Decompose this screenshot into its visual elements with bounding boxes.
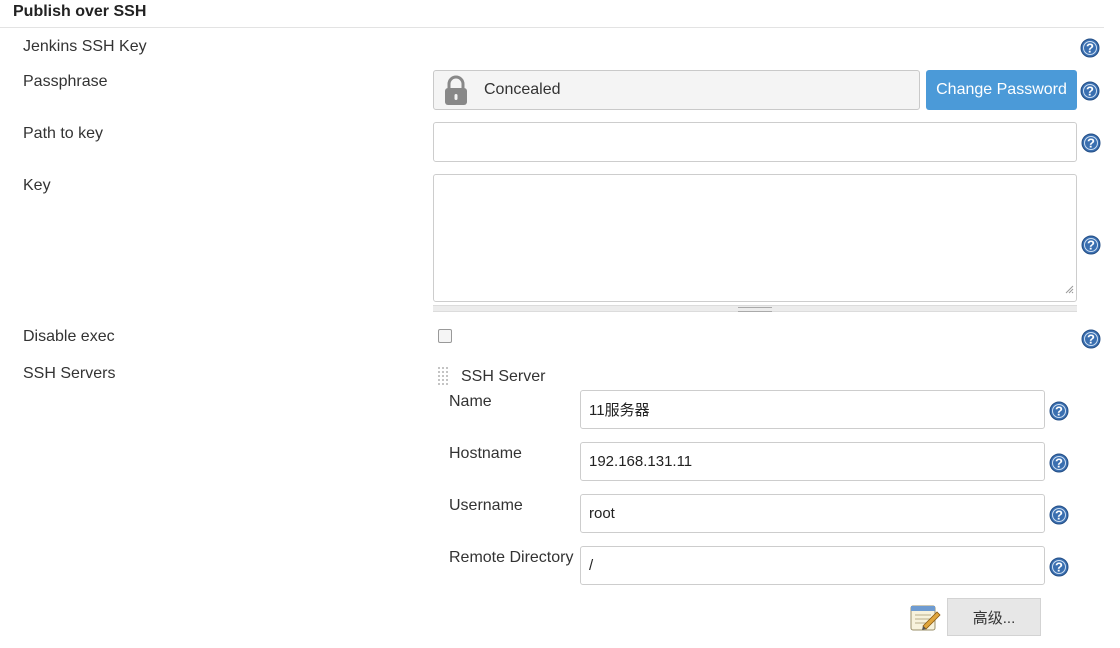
help-icon[interactable]: ?	[1080, 38, 1100, 58]
resize-grip-icon[interactable]	[1064, 281, 1074, 299]
help-icon[interactable]: ?	[1081, 133, 1101, 153]
svg-text:?: ?	[1087, 332, 1095, 347]
passphrase-label: Passphrase	[23, 73, 108, 90]
help-icon[interactable]: ?	[1049, 505, 1069, 525]
svg-text:?: ?	[1087, 238, 1095, 253]
help-icon[interactable]: ?	[1049, 401, 1069, 421]
ssh-servers-label: SSH Servers	[23, 365, 116, 382]
remote-directory-label: Remote Directory	[449, 549, 574, 566]
hostname-label: Hostname	[449, 445, 522, 462]
section-title: Publish over SSH	[13, 3, 147, 20]
svg-text:?: ?	[1055, 508, 1063, 523]
passphrase-concealed-field: Concealed	[433, 70, 920, 110]
key-label: Key	[23, 177, 51, 194]
svg-text:?: ?	[1087, 136, 1095, 151]
key-textarea[interactable]	[433, 174, 1077, 302]
ssh-server-header: SSH Server	[461, 368, 546, 385]
hostname-input[interactable]: 192.168.131.11	[580, 442, 1045, 481]
help-icon[interactable]: ?	[1080, 81, 1100, 101]
svg-text:?: ?	[1055, 456, 1063, 471]
lock-icon	[442, 75, 470, 112]
notepad-icon	[909, 604, 941, 637]
server-name-input[interactable]: 11服务器	[580, 390, 1045, 429]
help-icon[interactable]: ?	[1081, 235, 1101, 255]
remote-directory-input[interactable]: /	[580, 546, 1045, 585]
passphrase-value: Concealed	[484, 81, 561, 98]
username-input[interactable]: root	[580, 494, 1045, 533]
svg-text:?: ?	[1055, 404, 1063, 419]
svg-text:?: ?	[1055, 560, 1063, 575]
svg-text:?: ?	[1086, 84, 1094, 99]
change-password-button[interactable]: Change Password	[926, 70, 1077, 110]
disable-exec-checkbox[interactable]	[438, 329, 452, 343]
disable-exec-label: Disable exec	[23, 328, 115, 345]
help-icon[interactable]: ?	[1049, 453, 1069, 473]
section-divider	[0, 27, 1104, 28]
svg-text:?: ?	[1086, 41, 1094, 56]
expand-grip-icon	[738, 307, 772, 312]
jenkins-ssh-key-label: Jenkins SSH Key	[23, 38, 147, 55]
advanced-button[interactable]: 高级...	[947, 598, 1041, 636]
username-label: Username	[449, 497, 523, 514]
path-to-key-input[interactable]	[433, 122, 1077, 162]
path-to-key-label: Path to key	[23, 125, 104, 142]
help-icon[interactable]: ?	[1081, 329, 1101, 349]
help-icon[interactable]: ?	[1049, 557, 1069, 577]
drag-handle-icon[interactable]	[438, 367, 451, 387]
textarea-expand-bar[interactable]	[433, 305, 1077, 312]
server-name-label: Name	[449, 393, 492, 410]
